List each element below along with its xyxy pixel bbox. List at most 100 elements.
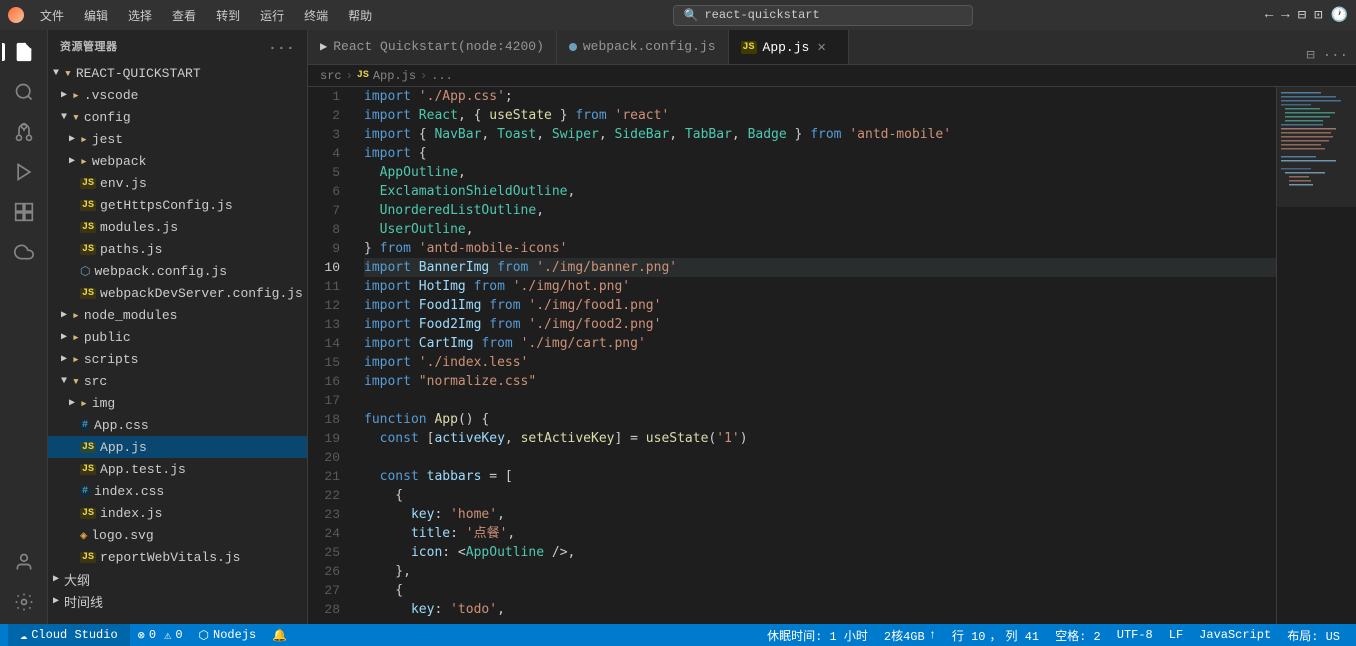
split-editor-icon[interactable]: ⊟ xyxy=(1306,47,1314,64)
line-number: 24 xyxy=(308,524,348,543)
activity-cloud[interactable] xyxy=(6,234,42,270)
status-cloud[interactable]: ☁ Cloud Studio xyxy=(8,624,130,646)
breadcrumb-appjs[interactable]: App.js xyxy=(373,69,416,83)
sidebar-item-modules.js[interactable]: JSmodules.js xyxy=(48,216,307,238)
breadcrumb: src › JS App.js › ... xyxy=(308,65,1356,87)
app-logo xyxy=(8,7,24,23)
sidebar-item-index.js[interactable]: JSindex.js xyxy=(48,502,307,524)
menu-edit[interactable]: 编辑 xyxy=(76,5,116,26)
sidebar-item-env.js[interactable]: JS env.js xyxy=(48,172,307,194)
sidebar-more-actions[interactable]: ... xyxy=(268,38,295,54)
tab-webpack[interactable]: webpack.config.js xyxy=(557,30,729,64)
search-box[interactable]: 🔍 react-quickstart xyxy=(673,5,973,26)
token-cls: AppOutline xyxy=(380,163,458,182)
code-content[interactable]: import './App.css';import React, { useSt… xyxy=(356,87,1276,624)
folder-icon: ▸ xyxy=(72,88,80,103)
sidebar-item-App.js[interactable]: JSApp.js xyxy=(48,436,307,458)
tree-label: env.js xyxy=(100,176,147,191)
activity-accounts[interactable] xyxy=(6,544,42,580)
status-encoding[interactable]: UTF-8 xyxy=(1109,628,1161,642)
menu-file[interactable]: 文件 xyxy=(32,5,72,26)
breadcrumb-ellipsis[interactable]: ... xyxy=(431,69,453,83)
sidebar-item-index.css[interactable]: #index.css xyxy=(48,480,307,502)
activity-extensions[interactable] xyxy=(6,194,42,230)
tree-arrow: ▶ xyxy=(56,309,72,321)
tree-label: getHttpsConfig.js xyxy=(100,198,233,213)
tab-terminal[interactable]: ▶ React Quickstart(node:4200) xyxy=(308,30,557,64)
code-line: import { NavBar, Toast, Swiper, SideBar,… xyxy=(364,125,1276,144)
js-file-icon: JS xyxy=(80,178,96,189)
sidebar-item-webpackDevServer.config.js[interactable]: JSwebpackDevServer.config.js xyxy=(48,282,307,304)
breadcrumb-src[interactable]: src xyxy=(320,69,342,83)
menu-help[interactable]: 帮助 xyxy=(340,5,380,26)
status-lf[interactable]: LF xyxy=(1161,628,1191,642)
token-var: HotImg xyxy=(419,277,466,296)
token-plain xyxy=(513,334,521,353)
js-file-icon: JS xyxy=(80,244,96,255)
tree-label: webpack.config.js xyxy=(94,264,227,279)
sidebar-item-vscode[interactable]: ▶▸.vscode xyxy=(48,84,307,106)
sidebar-item-img[interactable]: ▶▸img xyxy=(48,392,307,414)
sidebar-item-public[interactable]: ▶▸public xyxy=(48,326,307,348)
maximize-icon[interactable]: ⊡ xyxy=(1314,7,1322,24)
menu-select[interactable]: 选择 xyxy=(120,5,160,26)
token-str: '点餐' xyxy=(466,524,508,543)
sidebar-item-outline[interactable]: ▶大纲 xyxy=(48,568,307,590)
sidebar-item-root[interactable]: ▼▾REACT-QUICKSTART xyxy=(48,62,307,84)
layout-icon[interactable]: ⊟ xyxy=(1298,7,1306,24)
js-file-icon: JS xyxy=(80,222,96,233)
sidebar-item-timeline[interactable]: ▶时间线 xyxy=(48,590,307,612)
activity-explorer[interactable] xyxy=(6,34,42,70)
sidebar-item-webpack[interactable]: ▶▸webpack xyxy=(48,150,307,172)
status-row[interactable]: 行 10， 列 41 xyxy=(944,627,1047,644)
sidebar-item-config[interactable]: ▼▾config xyxy=(48,106,307,128)
status-node[interactable]: ⬡ Nodejs xyxy=(191,624,265,646)
tab-close-button[interactable]: ✕ xyxy=(815,38,827,57)
menu-run[interactable]: 运行 xyxy=(252,5,292,26)
status-idle-time[interactable]: 休眠时间: 1 小时 xyxy=(759,627,876,644)
sidebar-header: 资源管理器 ... xyxy=(48,30,307,62)
tree-label: src xyxy=(84,374,107,389)
tree-arrow: ▶ xyxy=(64,133,80,145)
nav-back-button[interactable]: ← xyxy=(1265,7,1273,23)
sidebar-item-src[interactable]: ▼▾src xyxy=(48,370,307,392)
sidebar-item-logo.svg[interactable]: ◈logo.svg xyxy=(48,524,307,546)
status-right: 休眠时间: 1 小时 2核4GB ↑ 行 10， 列 41 空格: 2 UTF-… xyxy=(759,627,1348,644)
status-spaces[interactable]: 空格: 2 xyxy=(1047,627,1109,644)
token-plain xyxy=(607,106,615,125)
sidebar-item-reportWebVitals.js[interactable]: JSreportWebVitals.js xyxy=(48,546,307,568)
sidebar-item-getHttpsConfig.js[interactable]: JSgetHttpsConfig.js xyxy=(48,194,307,216)
status-bell[interactable]: 🔔 xyxy=(264,624,295,646)
sidebar-item-scripts[interactable]: ▶▸scripts xyxy=(48,348,307,370)
menu-view[interactable]: 查看 xyxy=(164,5,204,26)
activity-search[interactable] xyxy=(6,74,42,110)
activity-settings[interactable] xyxy=(6,584,42,620)
status-cpu[interactable]: 2核4GB ↑ xyxy=(876,627,944,644)
time-icon: 🕐 xyxy=(1331,7,1348,24)
menu-terminal[interactable]: 终端 xyxy=(296,5,336,26)
status-layout[interactable]: 布局: US xyxy=(1279,627,1348,644)
status-language[interactable]: JavaScript xyxy=(1191,628,1279,642)
status-errors[interactable]: ⊗ 0 ⚠ 0 xyxy=(130,624,191,646)
nav-forward-button[interactable]: → xyxy=(1281,7,1289,23)
tab-more-icon[interactable]: ··· xyxy=(1323,48,1348,64)
tree-arrow: ▶ xyxy=(64,155,80,167)
token-prop: key xyxy=(411,600,434,619)
sidebar-item-App.css[interactable]: #App.css xyxy=(48,414,307,436)
activity-debug[interactable] xyxy=(6,154,42,190)
sidebar-item-jest[interactable]: ▶▸jest xyxy=(48,128,307,150)
sidebar-item-node_modules[interactable]: ▶▸node_modules xyxy=(48,304,307,326)
code-line: import Food1Img from './img/food1.png' xyxy=(364,296,1276,315)
sidebar-item-webpack.config.js[interactable]: ⬡webpack.config.js xyxy=(48,260,307,282)
token-plain: ; xyxy=(505,87,513,106)
code-line: function App() { xyxy=(364,410,1276,429)
sidebar-content[interactable]: ▼▾REACT-QUICKSTART▶▸.vscode▼▾config▶▸jes… xyxy=(48,62,307,624)
tab-appjs[interactable]: JS App.js ✕ xyxy=(729,30,849,64)
folder-icon: ▸ xyxy=(80,396,88,411)
sidebar-item-paths.js[interactable]: JSpaths.js xyxy=(48,238,307,260)
sidebar-item-App.test.js[interactable]: JSApp.test.js xyxy=(48,458,307,480)
token-plain: , xyxy=(599,125,615,144)
token-plain xyxy=(842,125,850,144)
activity-source-control[interactable] xyxy=(6,114,42,150)
menu-goto[interactable]: 转到 xyxy=(208,5,248,26)
